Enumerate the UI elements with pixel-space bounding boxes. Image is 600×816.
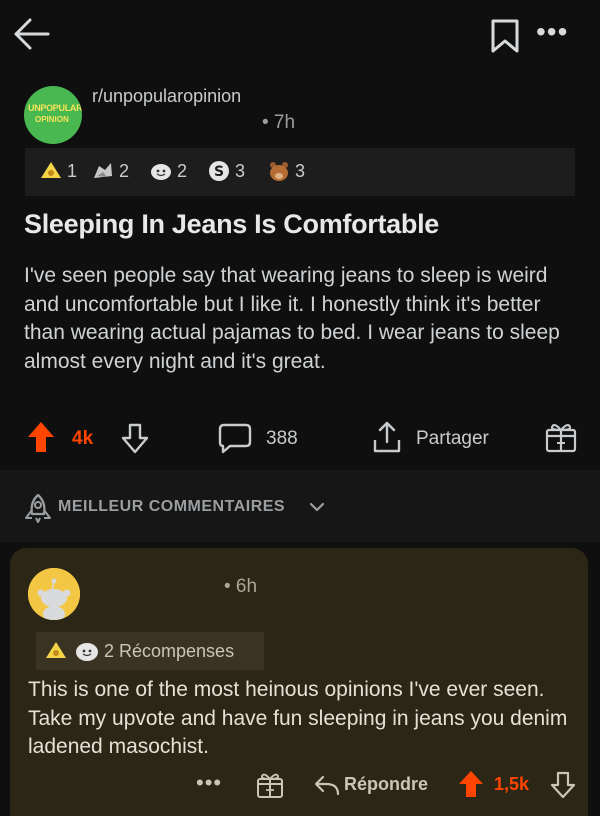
back-arrow-icon[interactable] — [12, 14, 52, 54]
comment-score: 1,5k — [494, 774, 530, 794]
award-item: S 3 — [207, 160, 245, 184]
gift-award-icon[interactable] — [256, 772, 284, 798]
awards-bar[interactable]: 1 2 2 S 3 3 — [25, 148, 575, 196]
reply-arrow-icon[interactable] — [312, 774, 340, 796]
commenter-avatar[interactable] — [28, 568, 80, 620]
post-score: 4k — [72, 428, 94, 449]
logo-text-line2: OPINION — [35, 115, 69, 124]
upvote-icon[interactable] — [26, 420, 56, 454]
upvote-icon[interactable] — [458, 770, 484, 798]
bear-award-icon — [270, 162, 288, 182]
wholesome-award-icon — [76, 643, 98, 661]
post-body: I've seen people say that wearing jeans … — [24, 264, 560, 373]
award-count: 2 — [119, 160, 130, 181]
award-count: 2 — [177, 160, 188, 181]
rocket-sort-icon — [25, 493, 51, 523]
award-item: 2 — [149, 160, 187, 184]
top-bar: ••• — [0, 0, 600, 72]
take-my-energy-award-icon: S — [209, 161, 229, 182]
downvote-icon[interactable] — [550, 771, 576, 799]
logo-text-line1: UNPOPULAR — [28, 103, 82, 113]
silver-cone-award-icon — [46, 642, 66, 658]
post-time: • 7h — [262, 112, 296, 133]
downvote-icon[interactable] — [120, 422, 150, 454]
award-item: 2 — [91, 160, 129, 184]
rocket-like-award-icon — [94, 163, 112, 179]
award-item: 3 — [267, 160, 305, 184]
award-count: 3 — [235, 160, 246, 181]
gift-award-icon[interactable] — [544, 421, 578, 453]
reply-button[interactable]: Répondre — [344, 774, 428, 795]
snoo-avatar-icon — [28, 568, 80, 620]
sort-label: MEILLEUR COMMENTAIRES — [58, 498, 286, 515]
comment-more-icon[interactable]: ••• — [196, 770, 222, 796]
subreddit-name[interactable]: r/unpopularopinion — [92, 86, 241, 107]
award-count: 1 — [67, 160, 78, 181]
more-options-icon[interactable]: ••• — [536, 18, 576, 46]
comment-card: • 6h 2 Récompenses This is one of the mo… — [10, 548, 588, 816]
awards-label: 2 Récompenses — [104, 641, 235, 661]
comment-icon[interactable] — [218, 422, 252, 454]
comment-actions: ••• Répondre 1,5k — [10, 770, 588, 802]
chevron-down-icon — [309, 502, 325, 512]
wholesome-award-icon — [151, 164, 171, 181]
silver-cone-award-icon — [41, 162, 61, 179]
award-count: 3 — [295, 160, 306, 181]
subreddit-avatar[interactable]: UNPOPULAR OPINION — [24, 86, 82, 144]
share-button[interactable]: Partager — [416, 428, 489, 450]
comment-text: This is one of the most heinous opinions… — [28, 678, 568, 758]
bookmark-icon[interactable] — [490, 18, 520, 54]
svg-text:S: S — [214, 164, 224, 180]
comment-count[interactable]: 388 — [266, 428, 298, 450]
share-icon[interactable] — [372, 420, 402, 454]
post-actions: 4k 388 Partager — [0, 420, 600, 464]
post-title: Sleeping In Jeans Is Comfortable — [24, 209, 440, 239]
comment-time: • 6h — [224, 576, 258, 597]
comment-awards[interactable]: 2 Récompenses — [36, 632, 264, 670]
award-item: 1 — [39, 160, 77, 184]
